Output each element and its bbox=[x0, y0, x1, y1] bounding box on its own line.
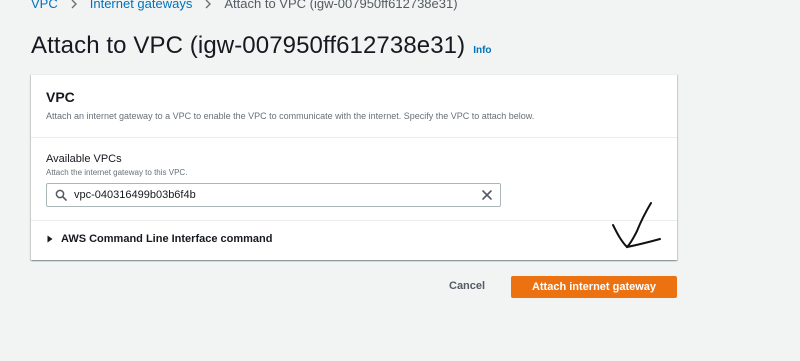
cli-command-label: AWS Command Line Interface command bbox=[61, 233, 273, 245]
vpc-panel: VPC Attach an internet gateway to a VPC … bbox=[31, 74, 677, 260]
panel-divider bbox=[31, 220, 677, 221]
vpc-search-input[interactable]: vpc-040316499b03b6f4b bbox=[46, 183, 501, 207]
attach-internet-gateway-button[interactable]: Attach internet gateway bbox=[511, 276, 677, 298]
search-icon bbox=[55, 189, 67, 201]
breadcrumb-vpc-link[interactable]: VPC bbox=[31, 0, 58, 12]
available-vpcs-description: Attach the internet gateway to this VPC. bbox=[46, 168, 188, 177]
breadcrumb-internet-gateways-link[interactable]: Internet gateways bbox=[90, 0, 193, 12]
cancel-button[interactable]: Cancel bbox=[449, 280, 485, 292]
panel-description: Attach an internet gateway to a VPC to e… bbox=[46, 111, 535, 121]
breadcrumb-current: Attach to VPC (igw-007950ff612738e31) bbox=[224, 0, 458, 11]
vpc-search-value: vpc-040316499b03b6f4b bbox=[74, 189, 196, 201]
hand-drawn-checkmark-icon bbox=[612, 202, 661, 249]
close-icon[interactable] bbox=[481, 189, 493, 201]
info-link[interactable]: Info bbox=[473, 45, 491, 56]
chevron-right-icon bbox=[204, 0, 212, 9]
chevron-right-icon bbox=[70, 0, 78, 9]
caret-right-icon bbox=[47, 235, 53, 243]
page-title: Attach to VPC (igw-007950ff612738e31) bbox=[31, 32, 466, 59]
panel-title: VPC bbox=[46, 89, 75, 105]
page-header: Attach to VPC (igw-007950ff612738e31) In… bbox=[31, 31, 492, 61]
cli-command-expander[interactable]: AWS Command Line Interface command bbox=[46, 233, 272, 245]
available-vpcs-label: Available VPCs bbox=[46, 153, 122, 165]
panel-header: VPC Attach an internet gateway to a VPC … bbox=[31, 75, 677, 138]
breadcrumb: VPC Internet gateways Attach to VPC (igw… bbox=[31, 0, 458, 12]
